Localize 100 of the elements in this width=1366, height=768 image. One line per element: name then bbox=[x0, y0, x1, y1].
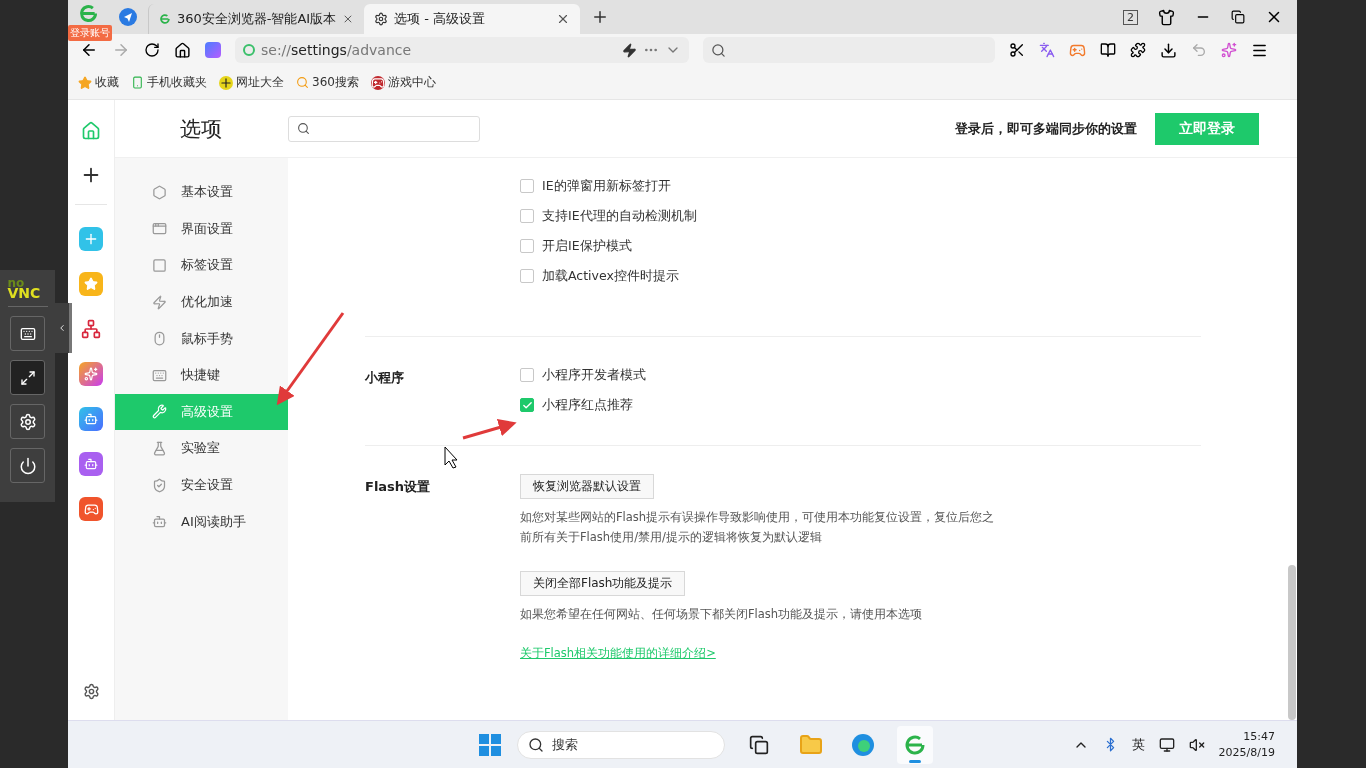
scissors-icon[interactable] bbox=[1009, 42, 1025, 58]
shirt-icon[interactable] bbox=[1158, 8, 1175, 26]
lightning-icon[interactable] bbox=[622, 42, 637, 58]
search-field[interactable] bbox=[288, 115, 480, 142]
nav-item[interactable]: 界面设置 bbox=[115, 210, 288, 248]
bookmark-item[interactable]: 360搜索 bbox=[296, 74, 359, 91]
mouse-cursor bbox=[444, 446, 458, 469]
browser-logo-icon[interactable] bbox=[77, 3, 99, 24]
mute-icon[interactable] bbox=[1188, 736, 1205, 753]
sync-hint: 登录后，即可多端同步你的设置 bbox=[955, 119, 1137, 138]
option-label: 支持IE代理的自动检测机制 bbox=[542, 207, 697, 225]
bookmark-item[interactable]: 收藏 bbox=[78, 74, 119, 91]
star-app-icon[interactable] bbox=[79, 272, 103, 296]
checkbox[interactable] bbox=[520, 368, 534, 382]
gamepad-icon[interactable] bbox=[79, 497, 103, 521]
tab-title: 360安全浏览器-智能AI版本 bbox=[176, 10, 337, 28]
checkbox[interactable] bbox=[520, 239, 534, 253]
ai-app-icon[interactable] bbox=[79, 407, 103, 431]
nav-item[interactable]: 鼠标手势 bbox=[115, 320, 288, 357]
task-view-icon[interactable] bbox=[749, 734, 769, 755]
browser-logo-icon bbox=[159, 12, 171, 26]
nav-item[interactable]: 基本设置 bbox=[115, 174, 288, 211]
keyboard-icon bbox=[152, 367, 167, 383]
reload-icon[interactable] bbox=[144, 42, 160, 58]
nav-item[interactable]: AI阅读助手 bbox=[115, 503, 288, 540]
window-icon bbox=[152, 221, 167, 237]
option-label: IE的弹窗用新标签打开 bbox=[542, 177, 671, 195]
translate-icon[interactable] bbox=[1039, 42, 1055, 58]
search-icon bbox=[711, 42, 726, 58]
checkbox[interactable] bbox=[520, 179, 534, 193]
forward-icon[interactable] bbox=[112, 41, 130, 59]
keyboard-icon bbox=[19, 325, 36, 342]
annotation-arrow bbox=[462, 418, 517, 440]
browser-tab[interactable]: 选项 - 高级设置 bbox=[364, 4, 580, 34]
nav-item[interactable]: 安全设置 bbox=[115, 466, 288, 504]
start-icon[interactable] bbox=[479, 733, 501, 756]
section-title: Flash设置 bbox=[365, 478, 432, 496]
option-label: 开启IE保护模式 bbox=[542, 237, 632, 255]
settings-icon bbox=[374, 12, 388, 26]
input-method[interactable]: 英 bbox=[1131, 735, 1145, 754]
nav-item[interactable]: 实验室 bbox=[115, 430, 288, 467]
browser-icon[interactable] bbox=[851, 732, 875, 757]
restore-icon[interactable] bbox=[1231, 10, 1245, 24]
wrench-icon bbox=[152, 404, 167, 420]
logo-text: VNC bbox=[7, 288, 42, 298]
checkbox[interactable] bbox=[520, 398, 534, 412]
active-indicator bbox=[909, 759, 921, 763]
robot-icon[interactable] bbox=[79, 452, 103, 476]
hexagon-icon bbox=[152, 184, 167, 200]
back-icon[interactable] bbox=[80, 41, 98, 59]
star-icon bbox=[78, 75, 92, 90]
send-icon[interactable] bbox=[119, 8, 137, 26]
nav-item[interactable]: 优化加速 bbox=[115, 283, 288, 321]
phone-icon bbox=[131, 76, 144, 89]
search-field[interactable] bbox=[703, 37, 995, 63]
power-button[interactable] bbox=[10, 448, 45, 483]
taskbar-search[interactable]: 搜索 bbox=[517, 730, 725, 759]
new-tab-icon[interactable] bbox=[591, 8, 609, 26]
ai-app-icon[interactable] bbox=[79, 362, 103, 386]
app-icon[interactable] bbox=[79, 227, 103, 251]
search-placeholder: 搜索 bbox=[552, 735, 578, 754]
settings-button[interactable] bbox=[10, 404, 45, 439]
power-icon bbox=[18, 456, 37, 475]
nav-item[interactable]: 快捷键 bbox=[115, 356, 288, 394]
network-icon[interactable] bbox=[1158, 736, 1175, 753]
tab-count[interactable]: 2 bbox=[1123, 9, 1138, 25]
search-icon bbox=[297, 122, 310, 135]
page-title: 选项 bbox=[179, 115, 223, 143]
address-bar[interactable]: se://settings/advance bbox=[235, 37, 689, 63]
square-icon bbox=[152, 258, 167, 273]
keyboard-button[interactable] bbox=[10, 316, 45, 351]
search-icon bbox=[528, 736, 544, 753]
checkbox[interactable] bbox=[520, 209, 534, 223]
sparkle-icon[interactable] bbox=[1221, 42, 1237, 58]
logo-text: no bbox=[7, 278, 25, 288]
close-icon[interactable] bbox=[556, 12, 570, 26]
mouse-icon bbox=[152, 331, 167, 347]
action-button[interactable]: 恢复浏览器默认设置 bbox=[520, 474, 654, 499]
nav-item[interactable]: 标签设置 bbox=[115, 247, 288, 284]
robot-icon bbox=[152, 514, 167, 530]
action-button[interactable]: 关闭全部Flash功能及提示 bbox=[520, 571, 686, 596]
flask-icon bbox=[152, 440, 167, 456]
bookmark-item[interactable]: 手机收藏夹 bbox=[131, 74, 207, 91]
bookmark-item[interactable]: 游戏中心 bbox=[370, 74, 436, 91]
fullscreen-icon bbox=[19, 369, 36, 386]
scrollbar-thumb[interactable] bbox=[1288, 565, 1296, 720]
settings-icon[interactable] bbox=[82, 682, 100, 700]
bookmark-item[interactable]: 网址大全 bbox=[219, 74, 284, 91]
option-label: 小程序开发者模式 bbox=[542, 366, 646, 384]
download-icon[interactable] bbox=[1160, 41, 1177, 59]
checkbox[interactable] bbox=[520, 269, 534, 283]
undo-icon[interactable] bbox=[1191, 42, 1207, 58]
panel-handle[interactable] bbox=[55, 303, 72, 353]
fullscreen-button[interactable] bbox=[10, 360, 45, 395]
puzzle-icon[interactable] bbox=[1130, 42, 1146, 58]
book-icon[interactable] bbox=[1100, 42, 1116, 58]
option-label: 小程序红点推荐 bbox=[542, 396, 633, 414]
clock[interactable]: 15:47 2025/8/19 bbox=[1218, 728, 1275, 761]
gamepad-icon bbox=[370, 75, 385, 90]
home-icon[interactable] bbox=[174, 41, 191, 59]
